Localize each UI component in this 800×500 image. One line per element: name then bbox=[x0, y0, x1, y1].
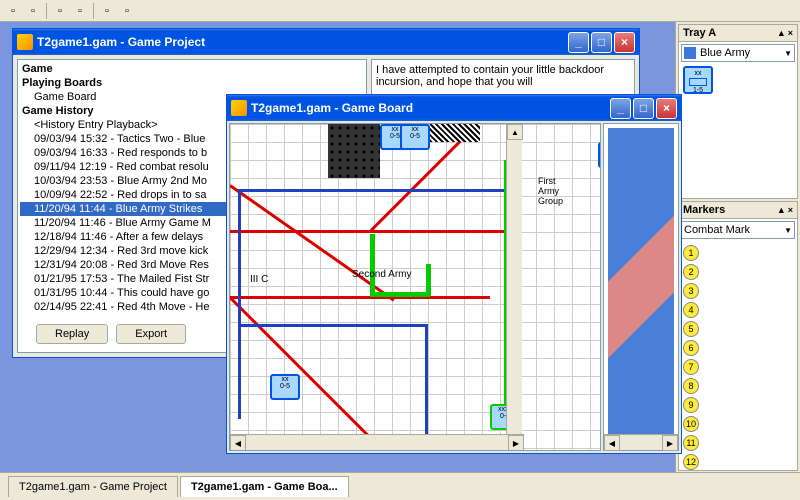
panel-close-icon[interactable]: × bbox=[788, 28, 793, 38]
minimize-button[interactable]: _ bbox=[610, 98, 631, 119]
combat-marker[interactable]: 11 bbox=[683, 435, 699, 451]
toolbar-btn[interactable]: ▫ bbox=[24, 2, 42, 20]
replay-button[interactable]: Replay bbox=[36, 324, 108, 344]
scroll-left-button[interactable]: ◀ bbox=[230, 435, 246, 451]
minimize-button[interactable]: _ bbox=[568, 32, 589, 53]
toolbar-btn[interactable]: ▫ bbox=[51, 2, 69, 20]
toolbar-btn[interactable]: ▫ bbox=[71, 2, 89, 20]
window-title: T2game1.gam - Game Project bbox=[37, 35, 205, 49]
maximize-button[interactable]: □ bbox=[591, 32, 612, 53]
window-title: T2game1.gam - Game Board bbox=[251, 101, 413, 115]
tree-node-boards[interactable]: Playing Boards bbox=[20, 76, 364, 90]
document-tabs: T2game1.gam - Game Project T2game1.gam -… bbox=[0, 472, 800, 500]
markers-combo-label: Combat Mark bbox=[684, 224, 750, 236]
tray-title: Tray A bbox=[683, 27, 716, 39]
tray-panel-header: Tray A ▲× bbox=[679, 25, 797, 42]
game-board-map[interactable]: xx0-5 xx0-5 xxxx0-5 xx0-5 xxxx0-5 Second… bbox=[229, 123, 601, 451]
combat-marker[interactable]: 7 bbox=[683, 359, 699, 375]
combat-marker[interactable]: 1 bbox=[683, 245, 699, 261]
combat-marker[interactable]: 6 bbox=[683, 340, 699, 356]
chevron-down-icon: ▼ bbox=[784, 49, 792, 58]
combat-marker[interactable]: 9 bbox=[683, 397, 699, 413]
panel-up-icon[interactable]: ▲ bbox=[777, 205, 786, 215]
app-icon bbox=[231, 100, 247, 116]
toolbar-btn[interactable]: ▫ bbox=[118, 2, 136, 20]
maximize-button[interactable]: □ bbox=[633, 98, 654, 119]
app-toolbar: ▫ ▫ ▫ ▫ ▫ ▫ bbox=[0, 0, 800, 22]
minimap[interactable]: ◀ ▶ bbox=[603, 123, 679, 451]
scroll-right-button[interactable]: ▶ bbox=[662, 435, 678, 451]
vertical-scrollbar[interactable]: ▲ bbox=[506, 124, 522, 434]
unit-counter[interactable]: xxxx0-5 bbox=[598, 142, 601, 168]
export-button[interactable]: Export bbox=[116, 324, 186, 344]
scroll-left-button[interactable]: ◀ bbox=[604, 435, 620, 451]
tab-project[interactable]: T2game1.gam - Game Project bbox=[8, 476, 178, 497]
map-label: III C bbox=[250, 274, 268, 285]
unit-counter[interactable]: xx0-5 bbox=[270, 374, 300, 400]
marker-list: 123456789101112 bbox=[679, 241, 797, 471]
markers-panel-header: Markers ▲× bbox=[679, 202, 797, 219]
titlebar[interactable]: T2game1.gam - Game Project _ □ × bbox=[13, 29, 639, 55]
chevron-down-icon: ▼ bbox=[784, 226, 792, 235]
combat-marker[interactable]: 2 bbox=[683, 264, 699, 280]
close-button[interactable]: × bbox=[656, 98, 677, 119]
combat-marker[interactable]: 10 bbox=[683, 416, 699, 432]
panel-close-icon[interactable]: × bbox=[788, 205, 793, 215]
combat-marker[interactable]: 8 bbox=[683, 378, 699, 394]
markers-combo[interactable]: Combat Mark ▼ bbox=[681, 221, 795, 239]
tab-board[interactable]: T2game1.gam - Game Boa... bbox=[180, 476, 349, 497]
tray-unit[interactable]: xx1-5 bbox=[683, 66, 713, 94]
combat-marker[interactable]: 5 bbox=[683, 321, 699, 337]
tree-node-game[interactable]: Game bbox=[20, 62, 364, 76]
scroll-up-button[interactable]: ▲ bbox=[507, 124, 523, 140]
combat-marker[interactable]: 3 bbox=[683, 283, 699, 299]
combat-marker[interactable]: 12 bbox=[683, 454, 699, 470]
toolbar-btn[interactable]: ▫ bbox=[4, 2, 22, 20]
map-label: First Army Group bbox=[538, 176, 568, 206]
right-sidebar: Tray A ▲× Blue Army ▼ xx1-5 Markers ▲× C… bbox=[675, 22, 800, 472]
tray-combo-label: Blue Army bbox=[700, 47, 750, 59]
scroll-right-button[interactable]: ▶ bbox=[508, 435, 524, 451]
combat-marker[interactable]: 4 bbox=[683, 302, 699, 318]
tray-combo[interactable]: Blue Army ▼ bbox=[681, 44, 795, 62]
panel-up-icon[interactable]: ▲ bbox=[777, 28, 786, 38]
mdi-area: T2game1.gam - Game Project _ □ × Game Pl… bbox=[0, 22, 675, 472]
toolbar-btn[interactable]: ▫ bbox=[98, 2, 116, 20]
game-board-window: T2game1.gam - Game Board _ □ × bbox=[226, 94, 682, 454]
map-label: Second Army bbox=[352, 269, 411, 280]
blue-flag-icon bbox=[684, 47, 696, 59]
close-button[interactable]: × bbox=[614, 32, 635, 53]
horizontal-scrollbar[interactable]: ◀ ▶ bbox=[230, 434, 524, 450]
app-icon bbox=[17, 34, 33, 50]
markers-title: Markers bbox=[683, 204, 725, 216]
titlebar[interactable]: T2game1.gam - Game Board _ □ × bbox=[227, 95, 681, 121]
unit-counter[interactable]: xx0-5 bbox=[400, 124, 430, 150]
